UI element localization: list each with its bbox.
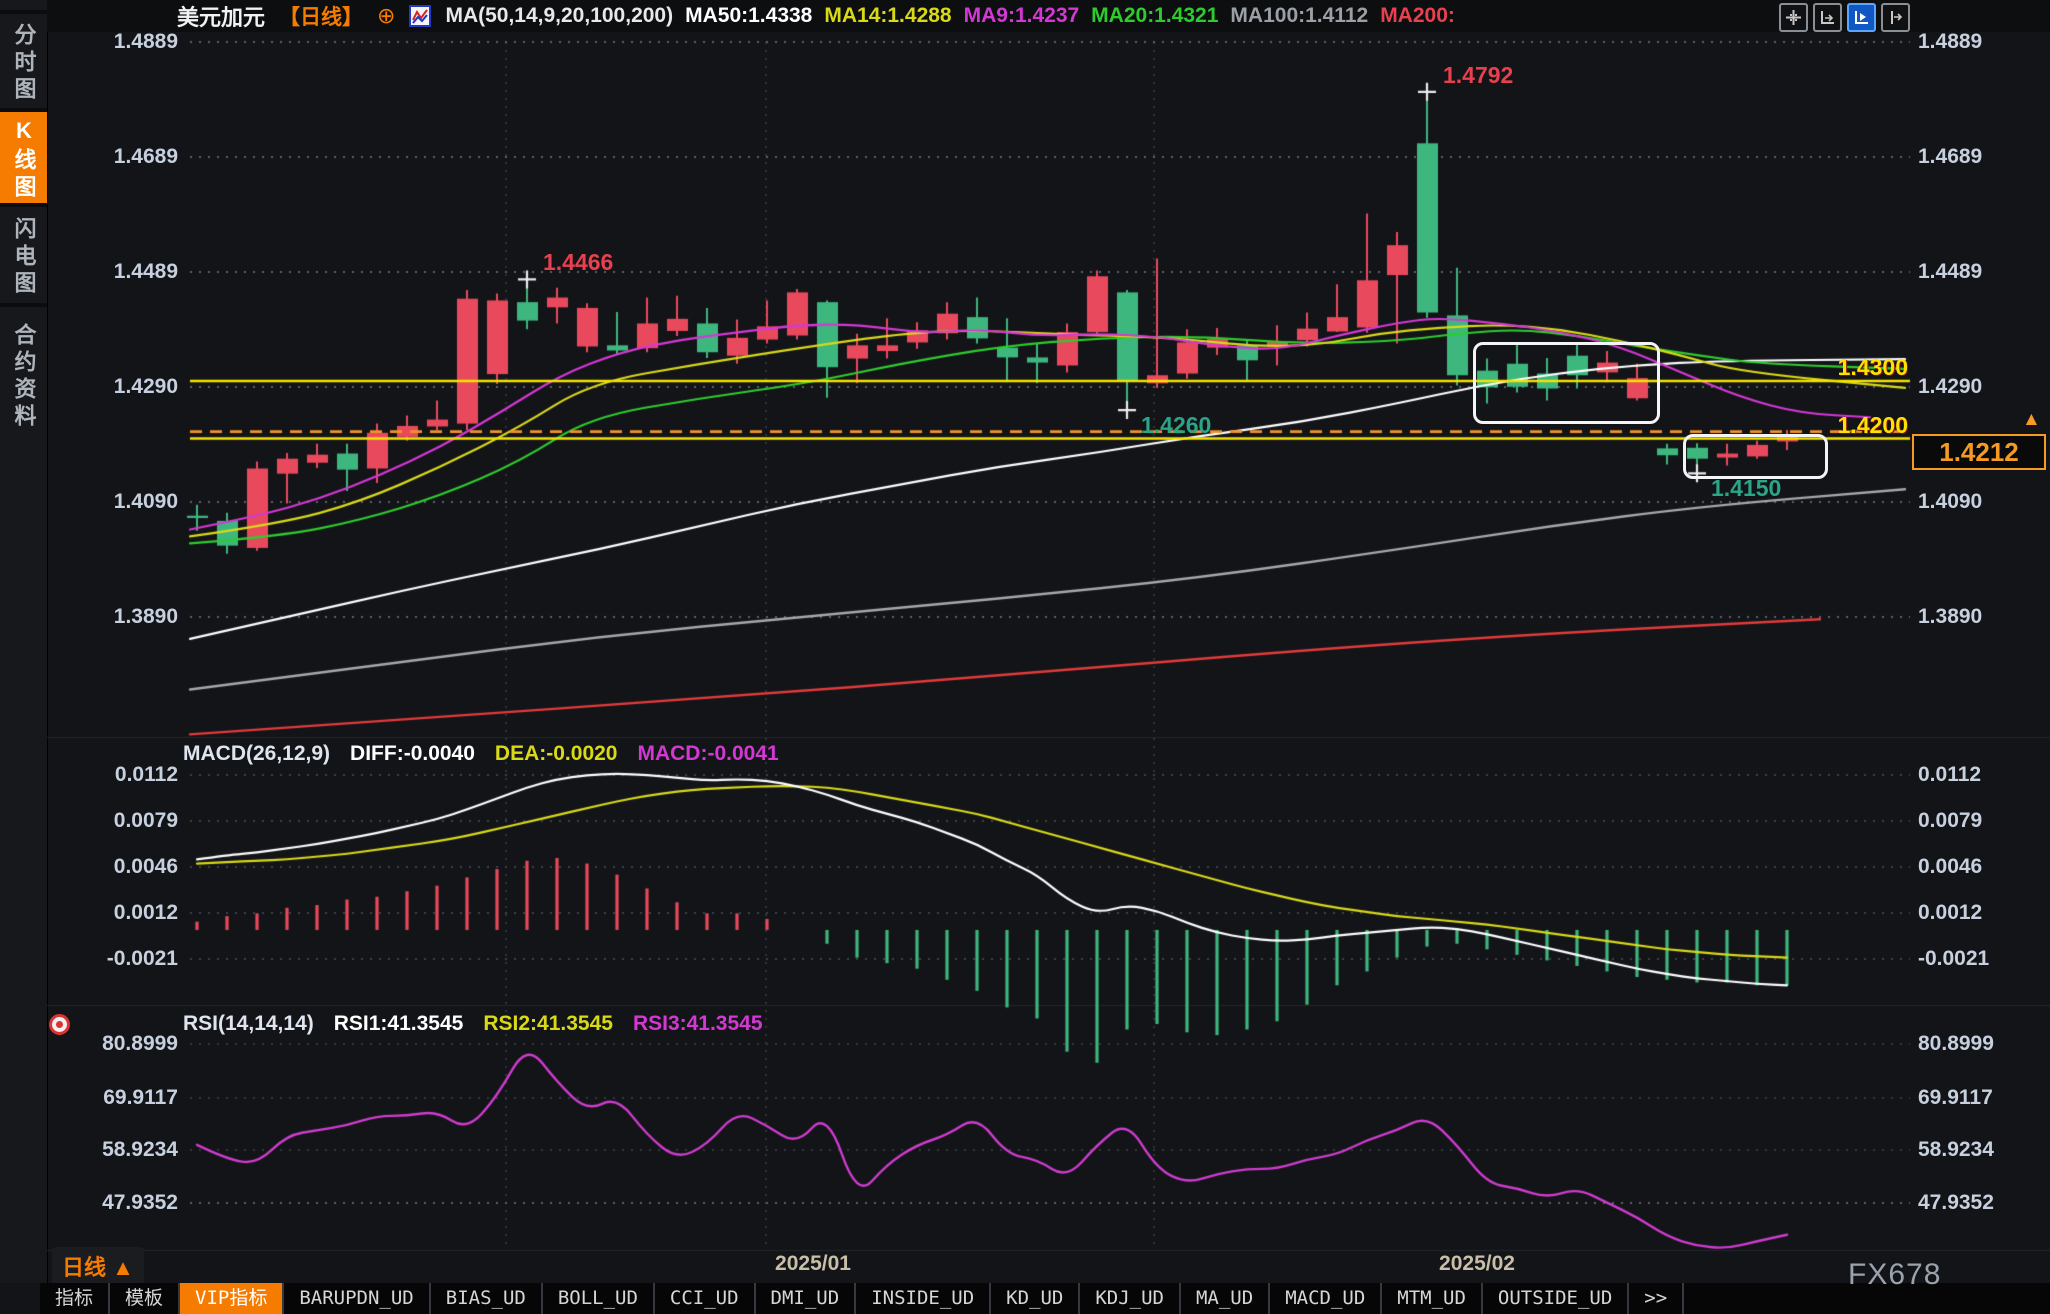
- rsi-axis-label: 80.8999: [88, 1033, 178, 1055]
- macd-header-item: DEA:-0.0020: [495, 742, 618, 765]
- tab-macd-ud[interactable]: MACD_UD: [1270, 1283, 1382, 1314]
- chart-canvas[interactable]: [47, 32, 2050, 1283]
- macd-axis-label: 0.0112: [1918, 764, 2028, 786]
- price-axis-label: 1.4290: [1918, 376, 2028, 398]
- rsi-header-item: RSI1:41.3545: [334, 1012, 464, 1035]
- consolidation-box-1: [1473, 342, 1660, 424]
- ma-legend-item: MA14:1.4288: [824, 4, 951, 27]
- macd-axis-label: 0.0079: [88, 810, 178, 832]
- macd-header: MACD(26,12,9) DIFF:-0.0040 DEA:-0.0020 MACD…: [183, 742, 799, 766]
- trading-terminal: 分时图K线图闪电图合约资料 美元加元 【日线】 ⊕ MA(50,14,9,20,…: [0, 0, 2050, 1314]
- tab-indicators[interactable]: 指标: [40, 1283, 110, 1314]
- ma-legend-item: MA20:1.4321: [1091, 4, 1218, 27]
- macd-axis-label: 0.0112: [88, 764, 178, 786]
- chart-header: 美元加元 【日线】 ⊕ MA(50,14,9,20,100,200) MA50:1…: [47, 0, 2050, 32]
- tab-kdj-ud[interactable]: KDJ_UD: [1080, 1283, 1181, 1314]
- sidebar: 分时图K线图闪电图合约资料: [0, 0, 48, 1283]
- rsi-header: RSI(14,14,14) RSI1:41.3545 RSI2:41.3545 RSI…: [183, 1012, 783, 1036]
- tab-cci-ud[interactable]: CCI_UD: [655, 1283, 756, 1314]
- x-axis-scale-icon[interactable]: [1813, 3, 1842, 32]
- swing-price-label: 1.4466: [543, 249, 613, 276]
- swing-price-label: 1.4260: [1141, 412, 1211, 439]
- x-axis-tick: 2025/01: [743, 1252, 883, 1276]
- tab-bias-ud[interactable]: BIAS_UD: [431, 1283, 543, 1314]
- macd-axis-label: 0.0079: [1918, 810, 2028, 832]
- ma-legend-item: MA9:1.4237: [964, 4, 1080, 27]
- sidebar-item-contract-info[interactable]: 合约资料: [0, 303, 47, 447]
- chart-type-icon[interactable]: [409, 5, 431, 27]
- pan-crosshair-icon[interactable]: [1779, 3, 1808, 32]
- macd-axis-label: 0.0046: [1918, 856, 2028, 878]
- last-price-tag: 1.4212: [1912, 434, 2046, 470]
- timeframe-label: 日线: [62, 1255, 106, 1280]
- rsi-axis-label: 58.9234: [1918, 1139, 2028, 1161]
- price-axis-label: 1.3890: [88, 606, 178, 628]
- swing-price-label: 1.4792: [1443, 62, 1513, 89]
- chart-toolbar: [1779, 3, 1910, 32]
- tab-barupdn-ud[interactable]: BARUPDN_UD: [284, 1283, 430, 1314]
- rsi-axis-label: 47.9352: [88, 1192, 178, 1214]
- ma-legend-item: MA200:: [1380, 4, 1455, 27]
- timeframe-arrow-icon: ▲: [112, 1255, 134, 1280]
- watermark: FX678: [1848, 1258, 1941, 1292]
- tab-boll-ud[interactable]: BOLL_UD: [543, 1283, 655, 1314]
- rsi-header-item: RSI3:41.3545: [633, 1012, 763, 1035]
- tab-templates[interactable]: 模板: [110, 1283, 180, 1314]
- last-price-arrow-icon: ▲: [2022, 409, 2041, 431]
- tab-vip-indicators[interactable]: VIP指标: [180, 1283, 284, 1314]
- rsi-axis-label: 58.9234: [88, 1139, 178, 1161]
- rsi-header-item: RSI(14,14,14): [183, 1012, 314, 1035]
- rsi-axis-label: 69.9117: [1918, 1087, 2028, 1109]
- macd-axis-label: 0.0046: [88, 856, 178, 878]
- period-badge[interactable]: 【日线】: [279, 1, 363, 31]
- tab-inside-ud[interactable]: INSIDE_UD: [856, 1283, 991, 1314]
- x-axis-tick: 2025/02: [1407, 1252, 1547, 1276]
- sidebar-item-lightning-chart[interactable]: 闪电图: [0, 203, 47, 307]
- ma-legend-item: MA50:1.4338: [685, 4, 812, 27]
- tab-mtm-ud[interactable]: MTM_UD: [1382, 1283, 1483, 1314]
- price-axis-label: 1.4090: [88, 491, 178, 513]
- sidebar-item-time-chart[interactable]: 分时图: [0, 10, 47, 112]
- indicator-tab-bar: 指标模板VIP指标BARUPDN_UDBIAS_UDBOLL_UDCCI_UDD…: [40, 1283, 2050, 1314]
- price-axis-label: 1.4489: [88, 261, 178, 283]
- rsi-axis-label: 47.9352: [1918, 1192, 2028, 1214]
- tab-dmi-ud[interactable]: DMI_UD: [756, 1283, 857, 1314]
- ma-legend-item: MA(50,14,9,20,100,200): [445, 4, 673, 27]
- price-axis-label: 1.4689: [88, 146, 178, 168]
- rsi-axis-label: 69.9117: [88, 1087, 178, 1109]
- macd-header-item: MACD(26,12,9): [183, 742, 330, 765]
- price-axis-label: 1.3890: [1918, 606, 2028, 628]
- swing-price-label: 1.4150: [1711, 475, 1781, 502]
- y-axis-scale-icon[interactable]: [1847, 3, 1876, 32]
- consolidation-box-2: [1683, 434, 1828, 479]
- macd-header-item: MACD:-0.0041: [637, 742, 778, 765]
- sidebar-item-candle-chart[interactable]: K线图: [0, 108, 47, 207]
- ma-legend: MA(50,14,9,20,100,200) MA50:1.4338 MA14:1.…: [445, 4, 1466, 28]
- price-axis-label: 1.4889: [88, 31, 178, 53]
- price-axis-label: 1.4489: [1918, 261, 2028, 283]
- right-offset-icon[interactable]: [1881, 3, 1910, 32]
- rsi-header-item: RSI2:41.3545: [483, 1012, 613, 1035]
- compare-plus-icon[interactable]: ⊕: [377, 6, 395, 26]
- macd-axis-label: 0.0012: [88, 902, 178, 924]
- level-line-label: 1.4300: [1788, 354, 1908, 381]
- rsi-axis-label: 80.8999: [1918, 1033, 2028, 1055]
- tab-overflow[interactable]: >>: [1629, 1283, 1684, 1314]
- indicator-settings-icon[interactable]: [49, 1014, 70, 1035]
- macd-axis-label: 0.0012: [1918, 902, 2028, 924]
- tab-ma-ud[interactable]: MA_UD: [1181, 1283, 1270, 1314]
- tab-kd-ud[interactable]: KD_UD: [991, 1283, 1080, 1314]
- price-axis-label: 1.4290: [88, 376, 178, 398]
- price-axis-label: 1.4689: [1918, 146, 2028, 168]
- symbol-title: 美元加元: [177, 0, 265, 32]
- tab-outside-ud[interactable]: OUTSIDE_UD: [1483, 1283, 1629, 1314]
- price-axis-label: 1.4090: [1918, 491, 2028, 513]
- price-axis-label: 1.4889: [1918, 31, 2028, 53]
- macd-header-item: DIFF:-0.0040: [350, 742, 475, 765]
- macd-axis-label: -0.0021: [1918, 948, 2028, 970]
- macd-axis-label: -0.0021: [88, 948, 178, 970]
- timeframe-selector[interactable]: 日线 ▲: [52, 1247, 144, 1285]
- ma-legend-item: MA100:1.4112: [1230, 4, 1368, 27]
